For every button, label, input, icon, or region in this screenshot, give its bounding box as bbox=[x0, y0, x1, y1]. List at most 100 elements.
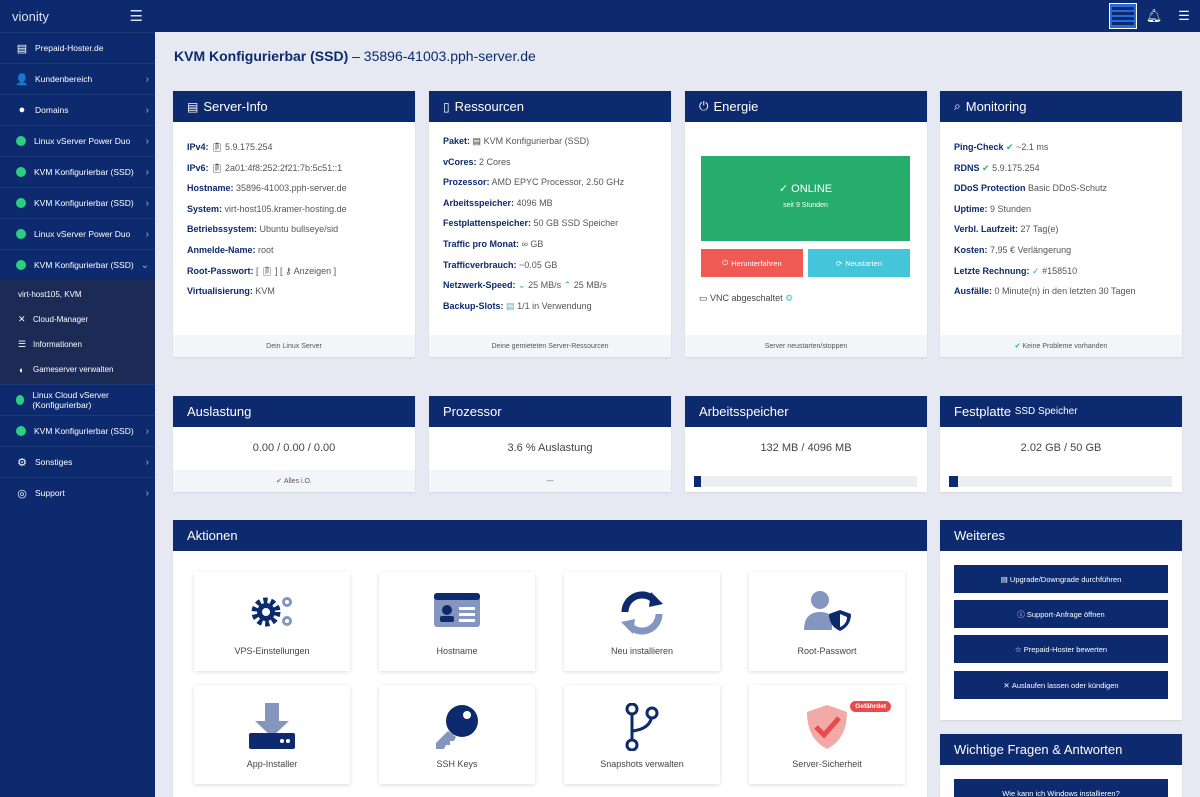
load-value: 0.00 / 0.00 / 0.00 bbox=[252, 442, 336, 454]
memory-progress-fill bbox=[694, 476, 702, 487]
sidebar-item-support[interactable]: ◎ Support › bbox=[0, 477, 155, 508]
storage-card: Festplatte SSD Speicher 2.02 GB / 50 GB bbox=[940, 396, 1182, 492]
support-request-button[interactable]: ⓘ Support-Anfrage öffnen bbox=[954, 600, 1168, 628]
monitor-icon: ▭ bbox=[699, 293, 708, 303]
chevron-right-icon: › bbox=[145, 487, 149, 499]
chevron-down-icon: ⌄ bbox=[140, 259, 149, 271]
sidebar-item-kundenbereich[interactable]: 👤 Kundenbereich › bbox=[0, 63, 155, 94]
sidebar-sub-cloud-manager[interactable]: ✕ Cloud-Manager bbox=[0, 307, 155, 332]
bell-icon[interactable]: 🔔︎ bbox=[1143, 0, 1165, 32]
chevron-right-icon: › bbox=[145, 135, 149, 147]
cancel-contract-button[interactable]: ✕ Auslaufen lassen oder kündigen bbox=[954, 671, 1168, 699]
show-password-link[interactable]: Anzeigen bbox=[294, 266, 332, 276]
sidebar-sub-informationen[interactable]: ☰ Informationen bbox=[0, 332, 155, 357]
sidebar-item-server[interactable]: KVM Konfigurierbar (SSD) › bbox=[0, 156, 155, 187]
resources-list: Paket: ▤ KVM Konfigurierbar (SSD) vCores… bbox=[443, 136, 625, 311]
faq-card: Wichtige Fragen & Antworten Wie kann ich… bbox=[940, 734, 1182, 797]
action-tile-reinstall[interactable]: Neu installieren bbox=[564, 572, 720, 671]
os-value: Ubuntu bullseye/sid bbox=[259, 224, 339, 235]
id-card-icon bbox=[434, 593, 480, 627]
action-tile-app-installer[interactable]: App-Installer bbox=[194, 685, 350, 784]
gear-icon[interactable]: ⚙ bbox=[785, 293, 793, 303]
action-tile-hostname[interactable]: Hostname bbox=[379, 572, 535, 671]
sidebar-item-server[interactable]: Linux vServer Power Duo › bbox=[0, 125, 155, 156]
rate-button[interactable]: ☆ Prepaid-Hoster bewerten bbox=[954, 635, 1168, 663]
processor-card: Prozessor 3.6 % Auslastung --- bbox=[429, 396, 671, 492]
action-tile-root-password[interactable]: Root-Passwort bbox=[749, 572, 905, 671]
memory-progress-bar bbox=[694, 476, 917, 487]
storage-progress-fill bbox=[949, 476, 958, 487]
energy-card: ⏻ Energie ✓ ONLINE seit 9 Stunden ⏻ Herunt… bbox=[685, 91, 927, 357]
close-icon: ✕ bbox=[1003, 680, 1010, 690]
card-footer: Dein Linux Server bbox=[173, 335, 415, 357]
sidebar-item-server[interactable]: Linux vServer Power Duo › bbox=[0, 218, 155, 249]
card-header: Auslastung bbox=[173, 396, 415, 427]
system-value: virt-host105.kramer-hosting.de bbox=[224, 203, 347, 214]
chip-icon: ▯ bbox=[443, 99, 450, 114]
key-icon bbox=[436, 705, 478, 749]
status-dot-icon bbox=[16, 260, 26, 270]
card-header: ▯ Ressourcen bbox=[429, 91, 671, 122]
memory-card: Arbeitsspeicher 132 MB / 4096 MB bbox=[685, 396, 927, 492]
check-circle-icon: ✓ bbox=[778, 183, 789, 195]
login-value: root bbox=[258, 244, 274, 255]
load-card: Auslastung 0.00 / 0.00 / 0.00 ✔ Alles i.… bbox=[173, 396, 415, 492]
chevron-right-icon: › bbox=[145, 228, 149, 240]
card-footer: Deine gemieteten Server-Ressourcen bbox=[429, 335, 671, 357]
page-title: KVM Konfigurierbar (SSD) – 35896-41003.p… bbox=[174, 48, 536, 64]
action-tile-server-security[interactable]: Gefährdet Server-Sicherheit bbox=[749, 685, 905, 784]
check-icon: ✓ bbox=[1032, 265, 1040, 276]
sidebar-item-server[interactable]: Linux Cloud vServer (Konfigurierbar) bbox=[0, 384, 155, 415]
vnc-status: ▭ VNC abgeschaltet ⚙ bbox=[699, 293, 794, 303]
card-header: ⌕ Monitoring bbox=[940, 91, 1182, 122]
status-dot-icon bbox=[16, 136, 26, 146]
online-status-panel: ✓ ONLINE seit 9 Stunden bbox=[701, 156, 910, 241]
server-info-list: IPv4: 📋︎ 5.9.175.254 IPv6: 📋︎ 2a01:4f8:2… bbox=[187, 142, 347, 297]
gears-icon: ⚙ bbox=[17, 456, 27, 469]
sidebar-item-prepaid-hoster[interactable]: ▤ Prepaid-Hoster.de bbox=[0, 32, 155, 63]
card-footer: --- bbox=[429, 470, 671, 492]
ipv4-value: 5.9.175.254 bbox=[224, 142, 273, 152]
memory-value: 132 MB / 4096 MB bbox=[760, 442, 852, 454]
ipv6-value: 2a01:4f8:252:2f21:7b:5c51::1 bbox=[224, 162, 343, 173]
virt-value: KVM bbox=[255, 286, 275, 297]
action-tile-snapshots[interactable]: Snapshots verwalten bbox=[564, 685, 720, 784]
card-header: ▤ Server-Info bbox=[173, 91, 415, 122]
check-icon: ✔ bbox=[1014, 343, 1021, 350]
card-header: Weiteres bbox=[940, 520, 1182, 551]
copy-icon[interactable]: 📋︎ bbox=[261, 266, 272, 276]
action-tile-vps-settings[interactable]: VPS-Einstellungen bbox=[194, 572, 350, 671]
brand-bar: vionity ☰ bbox=[0, 0, 155, 32]
status-dot-icon bbox=[16, 395, 25, 405]
sidebar-item-sonstiges[interactable]: ⚙ Sonstiges › bbox=[0, 446, 155, 477]
upgrade-button[interactable]: ▤ Upgrade/Downgrade durchführen bbox=[954, 565, 1168, 593]
chevron-right-icon: › bbox=[145, 456, 149, 468]
copy-icon: 📋︎ bbox=[211, 142, 223, 152]
sidebar-item-domains[interactable]: ● Domains › bbox=[0, 94, 155, 125]
sidebar-item-server-active[interactable]: KVM Konfigurierbar (SSD) ⌄ bbox=[0, 249, 155, 280]
restart-button[interactable]: ⟳ Neustarten bbox=[808, 249, 910, 277]
processor-value: 3.6 % Auslastung bbox=[507, 442, 593, 454]
sidebar-item-server[interactable]: KVM Konfigurierbar (SSD) › bbox=[0, 415, 155, 446]
status-dot-icon bbox=[16, 198, 26, 208]
chevron-right-icon: › bbox=[145, 73, 149, 85]
storage-progress-bar bbox=[949, 476, 1172, 487]
actions-card: Aktionen VPS-Einstellungen Hostname Neu … bbox=[173, 520, 927, 797]
action-tile-ssh-keys[interactable]: SSH Keys bbox=[379, 685, 535, 784]
menu-toggle-icon[interactable]: ☰ bbox=[130, 7, 143, 25]
top-bar: 🔔︎ ☰ bbox=[155, 0, 1200, 32]
list-icon: ☰ bbox=[18, 339, 27, 349]
info-icon: ⓘ bbox=[1017, 609, 1025, 619]
card-header: ⏻ Energie bbox=[685, 91, 927, 122]
sidebar-sub-gameserver[interactable]: ◖ Gameserver verwalten bbox=[0, 357, 155, 382]
chevron-right-icon: › bbox=[145, 166, 149, 178]
server-icon: ▤ bbox=[472, 136, 482, 146]
brand-logo[interactable]: vionity bbox=[12, 9, 49, 24]
chevron-right-icon: › bbox=[145, 425, 149, 437]
sidebar-item-server[interactable]: KVM Konfigurierbar (SSD) › bbox=[0, 187, 155, 218]
check-icon: ✔ bbox=[276, 478, 282, 485]
server-status-icon[interactable] bbox=[1108, 0, 1138, 32]
menu-icon[interactable]: ☰ bbox=[1173, 0, 1195, 32]
faq-item-button[interactable]: Wie kann ich Windows installieren? bbox=[954, 779, 1168, 797]
shutdown-button[interactable]: ⏻ Herunterfahren bbox=[701, 249, 803, 277]
